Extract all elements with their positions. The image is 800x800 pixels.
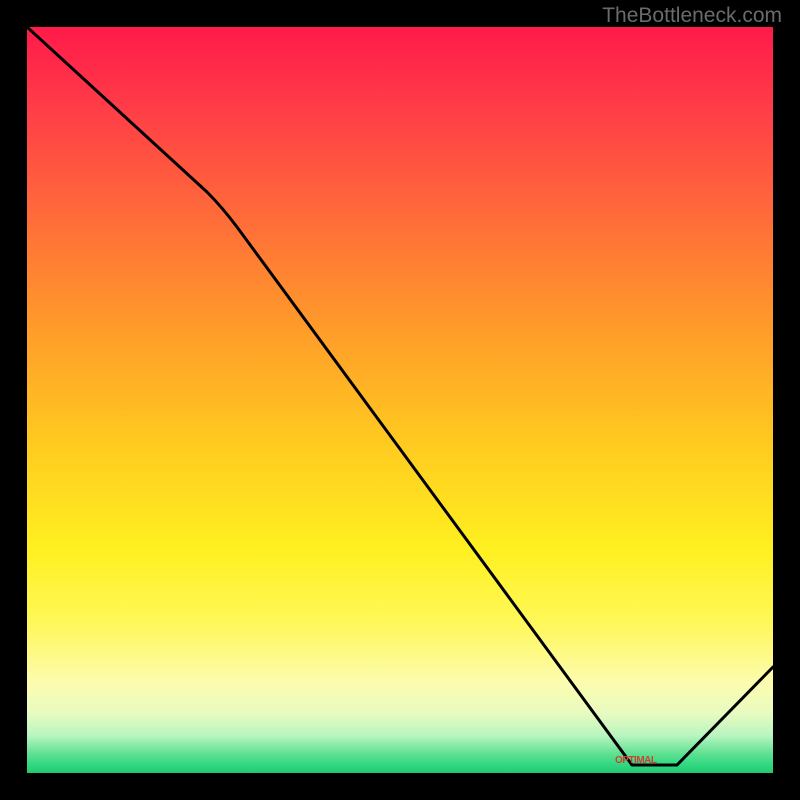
chart-plot-area: OPTIMAL: [27, 27, 773, 773]
optimal-label: OPTIMAL: [615, 755, 657, 766]
watermark-text: TheBottleneck.com: [602, 4, 782, 28]
bottleneck-curve: [27, 27, 773, 765]
chart-line-svg: [27, 27, 773, 773]
